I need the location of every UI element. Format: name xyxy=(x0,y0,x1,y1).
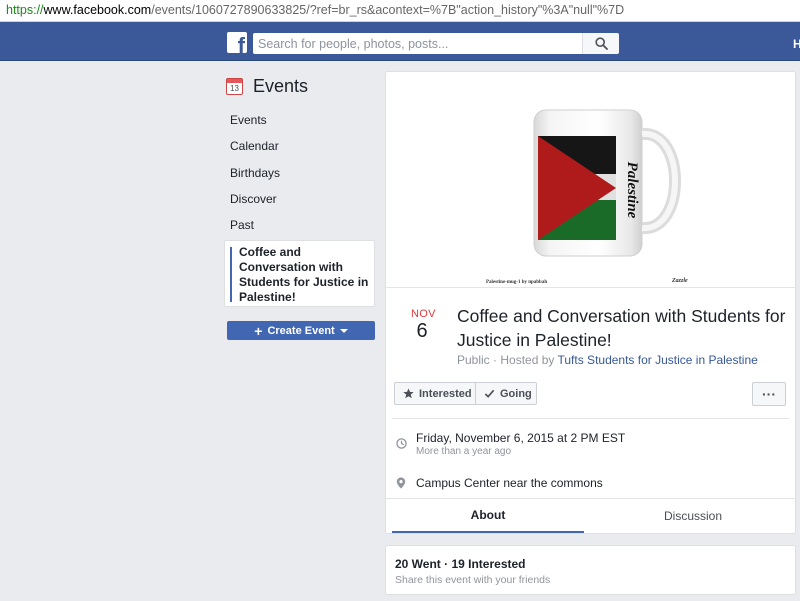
sidebar-item-active-event[interactable]: Coffee and Conversation with Students fo… xyxy=(224,240,375,307)
create-event-button[interactable]: + Create Event xyxy=(227,321,375,340)
check-icon xyxy=(484,389,495,398)
share-prompt: Share this event with your friends xyxy=(395,574,551,586)
event-subtitle: Public · Hosted by Tufts Students for Ju… xyxy=(457,353,758,367)
calendar-icon: 13 xyxy=(226,77,243,95)
cover-caption-left: Palestine-mug-1 by npabbah xyxy=(486,280,548,285)
svg-text:Palestine: Palestine xyxy=(624,162,640,219)
top-nav-bar: f xyxy=(0,22,800,61)
search-icon xyxy=(595,37,608,50)
event-cover-photo[interactable]: Palestine Palestine-mug-1 by npabbah Zaz… xyxy=(386,72,795,288)
url-host: www.facebook.com xyxy=(43,3,152,17)
star-icon xyxy=(403,388,414,399)
going-button[interactable]: Going xyxy=(475,382,537,405)
location-pin-icon xyxy=(396,477,406,489)
event-host-link[interactable]: Tufts Students for Justice in Palestine xyxy=(558,353,758,367)
header-nav-fragment[interactable]: H xyxy=(793,37,800,51)
mug-image: Palestine xyxy=(533,109,681,257)
sidebar-item-events[interactable]: Events xyxy=(230,113,267,127)
plus-icon: + xyxy=(254,322,263,339)
search-button[interactable] xyxy=(582,33,619,54)
event-date-day: 6 xyxy=(416,320,428,342)
tab-discussion[interactable]: Discussion xyxy=(597,498,789,533)
caret-down-icon xyxy=(339,328,348,333)
sidebar-title-label: Events xyxy=(253,75,309,96)
event-privacy: Public xyxy=(457,353,490,367)
hosted-by-label: · Hosted by xyxy=(489,353,558,367)
event-datetime[interactable]: Friday, November 6, 2015 at 2 PM EST xyxy=(416,431,625,445)
tab-about[interactable]: About xyxy=(392,498,584,533)
event-relative-time: More than a year ago xyxy=(416,446,512,457)
attendance-card: 20 Went · 19 Interested Share this event… xyxy=(385,545,796,595)
sidebar-item-calendar[interactable]: Calendar xyxy=(230,139,279,153)
sidebar-title: 13 Events xyxy=(226,74,308,98)
active-event-label: Coffee and Conversation with Students fo… xyxy=(239,245,369,304)
event-date-month: NOV xyxy=(411,308,436,320)
event-location[interactable]: Campus Center near the commons xyxy=(416,476,603,490)
more-icon: ··· xyxy=(762,386,776,402)
sidebar-item-discover[interactable]: Discover xyxy=(230,192,277,206)
event-title: Coffee and Conversation with Students fo… xyxy=(457,306,786,350)
interested-button[interactable]: Interested xyxy=(394,382,476,405)
clock-icon xyxy=(396,438,407,449)
more-options-button[interactable]: ··· xyxy=(752,382,786,406)
cover-caption-right: Zazzle xyxy=(672,278,688,284)
facebook-logo-icon[interactable]: f xyxy=(227,32,247,53)
address-bar[interactable]: https://www.facebook.com/events/10607278… xyxy=(0,0,800,22)
sidebar-item-past[interactable]: Past xyxy=(230,218,254,232)
url-path: /events/1060727890633825/?ref=br_rs&acon… xyxy=(151,3,625,17)
event-card: Palestine Palestine-mug-1 by npabbah Zaz… xyxy=(385,71,796,534)
url-protocol: https:// xyxy=(6,3,44,17)
attendance-summary[interactable]: 20 Went · 19 Interested xyxy=(395,557,526,571)
divider xyxy=(392,418,789,419)
sidebar-item-birthdays[interactable]: Birthdays xyxy=(230,166,280,180)
search-input[interactable] xyxy=(253,33,582,54)
